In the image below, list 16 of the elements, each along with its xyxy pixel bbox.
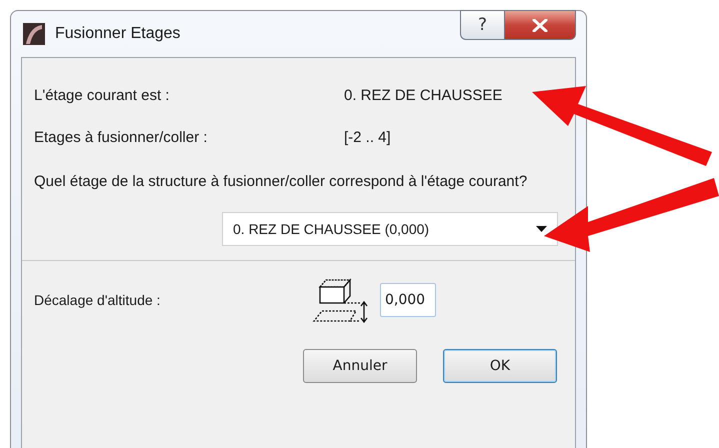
dropdown-caret-icon [536,226,547,232]
window-title: Fusionner Etages [55,25,182,43]
help-button[interactable]: ? [460,10,504,40]
offset-label: Décalage d'altitude : [34,292,162,308]
info-label: L'étage courant est : [34,86,170,104]
story-dropdown[interactable]: 0. REZ DE CHAUSSEE (0,000) [222,212,558,246]
close-button[interactable] [504,10,576,40]
close-icon [532,18,548,32]
ok-button[interactable]: OK [443,349,557,383]
info-value: [-2 .. 4] [344,128,392,146]
app-logo-icon [23,23,45,45]
cancel-button[interactable]: Annuler [303,349,417,383]
info-label: Etages à fusionner/coller : [34,128,208,146]
question-text: Quel étage de la structure à fusionner/coller correspond à l'étage courant? [34,172,528,192]
info-value: 0. REZ DE CHAUSSEE [344,86,504,104]
offset-input[interactable]: 0,000 [380,283,436,317]
